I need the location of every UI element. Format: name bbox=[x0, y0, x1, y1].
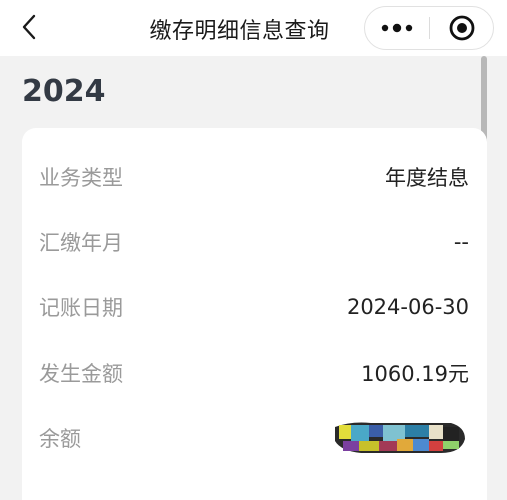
detail-row-posting-date: 记账日期 2024-06-30 bbox=[22, 287, 487, 327]
business-type-value: 年度结息 bbox=[385, 166, 469, 190]
detail-row-balance: 余额 bbox=[22, 418, 487, 458]
redacted-balance-mask bbox=[335, 422, 465, 453]
detail-row-business-type: 业务类型 年度结息 bbox=[22, 157, 487, 197]
target-close-icon bbox=[449, 15, 474, 41]
more-dots-icon bbox=[381, 23, 413, 33]
nav-bar: 缴存明细信息查询 bbox=[0, 0, 507, 56]
more-button[interactable] bbox=[365, 7, 429, 49]
close-button[interactable] bbox=[430, 7, 493, 49]
detail-row-amount: 发生金额 1060.19元 bbox=[22, 353, 487, 393]
business-type-label: 业务类型 bbox=[39, 166, 123, 190]
amount-value: 1060.19元 bbox=[361, 362, 469, 386]
detail-row-payment-month: 汇缴年月 -- bbox=[22, 222, 487, 262]
payment-month-label: 汇缴年月 bbox=[39, 231, 123, 255]
amount-label: 发生金额 bbox=[39, 362, 123, 386]
posting-date-label: 记账日期 bbox=[39, 296, 123, 320]
balance-label: 余额 bbox=[39, 427, 81, 451]
posting-date-value: 2024-06-30 bbox=[346, 295, 469, 319]
payment-month-value: -- bbox=[453, 230, 469, 254]
year-heading: 2024 bbox=[22, 74, 106, 109]
mini-program-capsule bbox=[364, 6, 494, 50]
